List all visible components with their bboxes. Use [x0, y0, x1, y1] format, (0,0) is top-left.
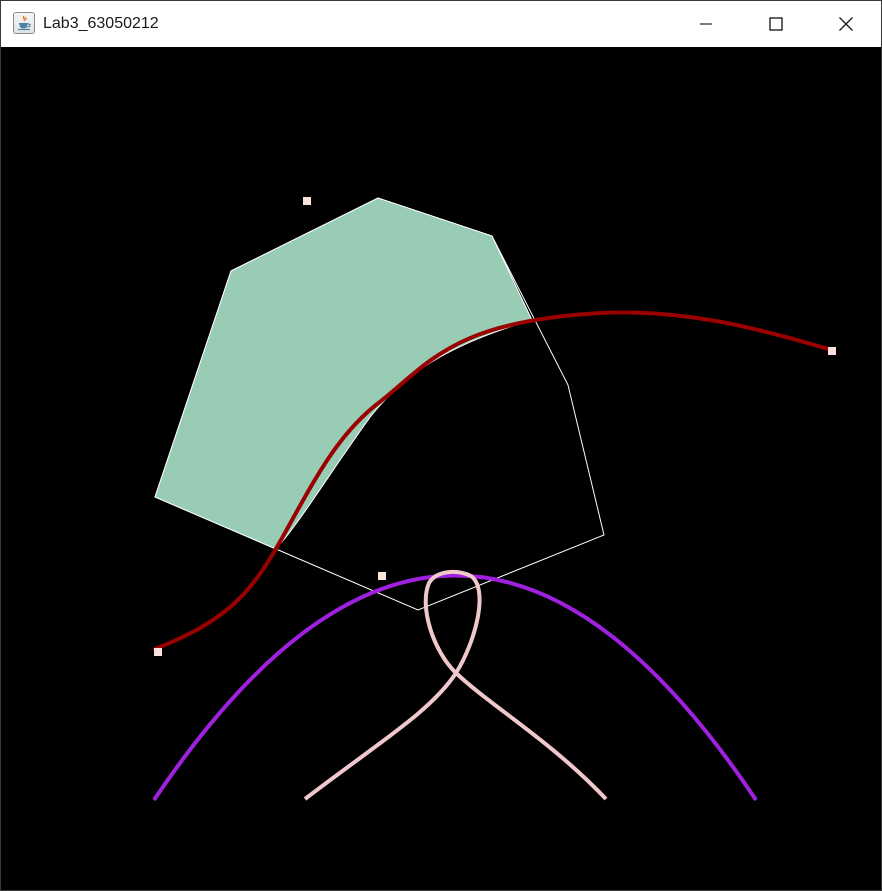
- minimize-button[interactable]: [671, 1, 741, 47]
- control-point-marker[interactable]: [378, 572, 386, 580]
- scene-svg: [152, 197, 836, 802]
- control-point-marker[interactable]: [828, 347, 836, 355]
- close-icon: [839, 17, 853, 31]
- java-cup-icon[interactable]: [13, 12, 35, 34]
- drawing-canvas[interactable]: [1, 47, 881, 890]
- pink-loop-curve: [303, 569, 608, 801]
- app-window: Lab3_63050212: [0, 0, 882, 891]
- control-point-marker[interactable]: [154, 648, 162, 656]
- purple-arc: [152, 573, 758, 802]
- title-bar[interactable]: Lab3_63050212: [1, 1, 881, 47]
- close-button[interactable]: [811, 1, 881, 47]
- maximize-icon: [769, 17, 783, 31]
- heptagon-fill-region: [154, 197, 533, 550]
- window-title: Lab3_63050212: [43, 15, 159, 32]
- control-point-marker[interactable]: [303, 197, 311, 205]
- maximize-button[interactable]: [741, 1, 811, 47]
- minimize-icon: [700, 23, 712, 25]
